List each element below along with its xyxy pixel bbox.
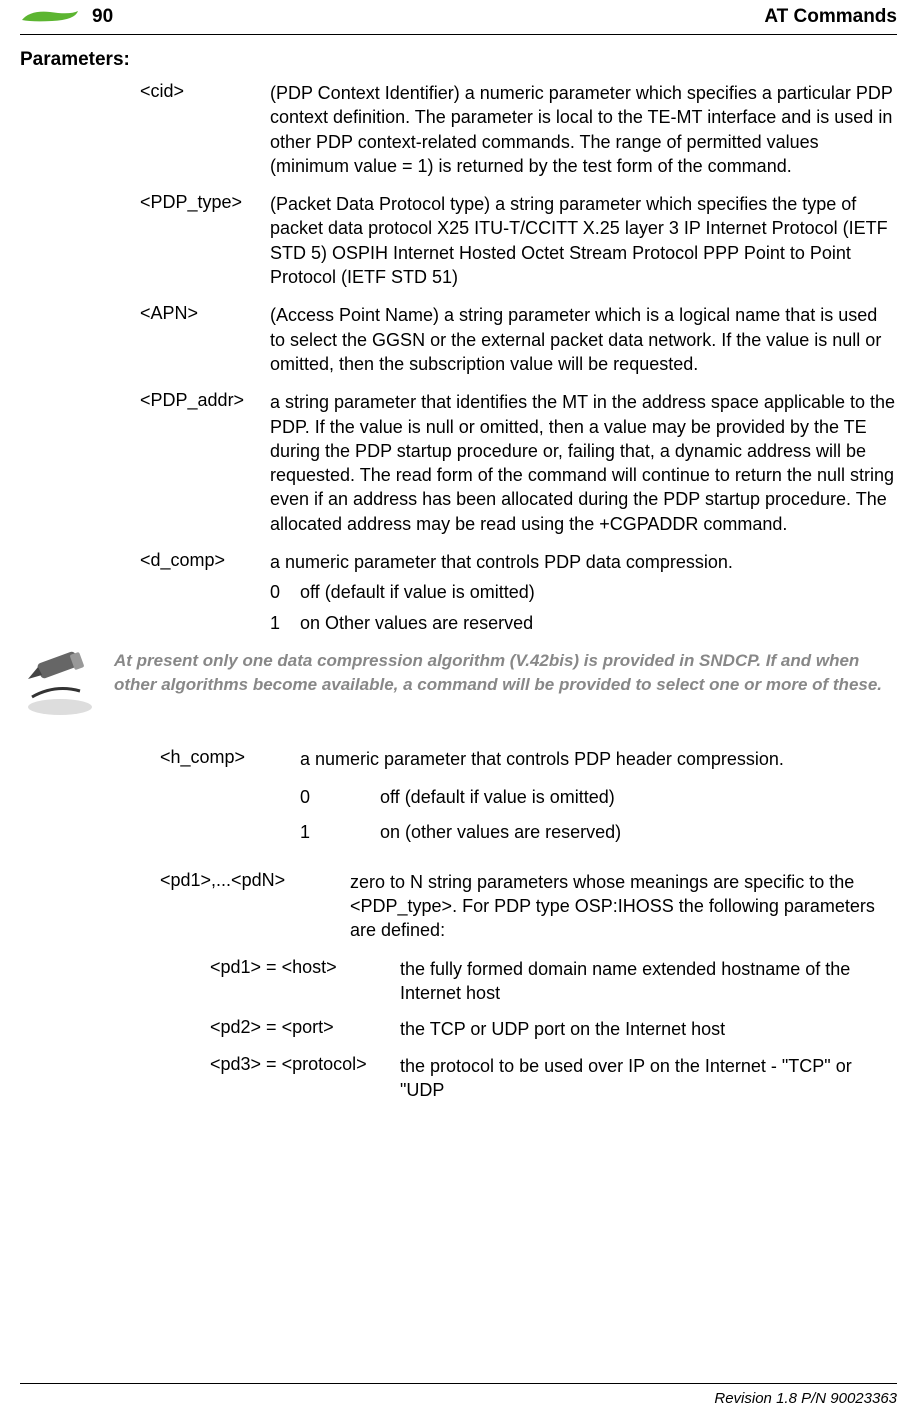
param-pd3: <pd3> = <protocol> the protocol to be us… xyxy=(20,1054,897,1103)
parameters-heading: Parameters: xyxy=(20,49,897,71)
param-desc: a numeric parameter that controls PDP he… xyxy=(300,747,897,771)
param-name: <PDP_type> xyxy=(140,192,270,289)
param-name: <cid> xyxy=(140,81,270,178)
value-number: 1 xyxy=(300,820,380,844)
param-name: <pd1> = <host> xyxy=(210,957,400,1006)
param-h-comp: <h_comp> a numeric parameter that contro… xyxy=(20,747,897,844)
param-desc: a numeric parameter that controls PDP da… xyxy=(270,550,897,574)
param-pd2: <pd2> = <port> the TCP or UDP port on th… xyxy=(20,1017,897,1041)
page-number: 90 xyxy=(92,6,113,28)
value-text: on (other values are reserved) xyxy=(380,820,621,844)
section-title: AT Commands xyxy=(764,6,897,28)
page-footer: Revision 1.8 P/N 90023363 xyxy=(20,1383,897,1407)
param-name: <APN> xyxy=(140,303,270,376)
value-text: off (default if value is omitted) xyxy=(300,580,535,604)
param-cid: <cid> (PDP Context Identifier) a numeric… xyxy=(20,81,897,178)
param-desc: (Access Point Name) a string parameter w… xyxy=(270,303,897,376)
param-desc: (Packet Data Protocol type) a string par… xyxy=(270,192,897,289)
note-text: At present only one data compression alg… xyxy=(114,649,897,697)
param-d-comp: <d_comp> a numeric parameter that contro… xyxy=(20,550,897,635)
note-box: At present only one data compression alg… xyxy=(20,649,897,719)
param-desc: the protocol to be used over IP on the I… xyxy=(400,1054,897,1103)
param-name: <pd1>,...<pdN> xyxy=(160,870,350,943)
value-number: 1 xyxy=(270,611,300,635)
swoosh-logo-icon xyxy=(20,6,80,28)
value-text: on Other values are reserved xyxy=(300,611,533,635)
content-body: Parameters: <cid> (PDP Context Identifie… xyxy=(20,35,897,1102)
param-apn: <APN> (Access Point Name) a string param… xyxy=(20,303,897,376)
value-number: 0 xyxy=(270,580,300,604)
param-name: <h_comp> xyxy=(160,747,300,844)
param-pdn: <pd1>,...<pdN> zero to N string paramete… xyxy=(20,870,897,943)
param-name: <d_comp> xyxy=(140,550,270,635)
value-text: off (default if value is omitted) xyxy=(380,785,615,809)
param-pdp-addr: <PDP_addr> a string parameter that ident… xyxy=(20,390,897,536)
param-pd1: <pd1> = <host> the fully formed domain n… xyxy=(20,957,897,1006)
param-name: <PDP_addr> xyxy=(140,390,270,536)
value-number: 0 xyxy=(300,785,380,809)
param-desc: a string parameter that identifies the M… xyxy=(270,390,897,536)
page-header: 90 AT Commands xyxy=(20,0,897,35)
param-name: <pd2> = <port> xyxy=(210,1017,400,1041)
param-desc: (PDP Context Identifier) a numeric param… xyxy=(270,81,897,178)
param-pdp-type: <PDP_type> (Packet Data Protocol type) a… xyxy=(20,192,897,289)
pencil-note-icon xyxy=(20,649,100,719)
param-desc: the TCP or UDP port on the Internet host xyxy=(400,1017,897,1041)
param-desc: zero to N string parameters whose meanin… xyxy=(350,870,897,943)
param-name: <pd3> = <protocol> xyxy=(210,1054,400,1103)
param-desc: the fully formed domain name extended ho… xyxy=(400,957,897,1006)
